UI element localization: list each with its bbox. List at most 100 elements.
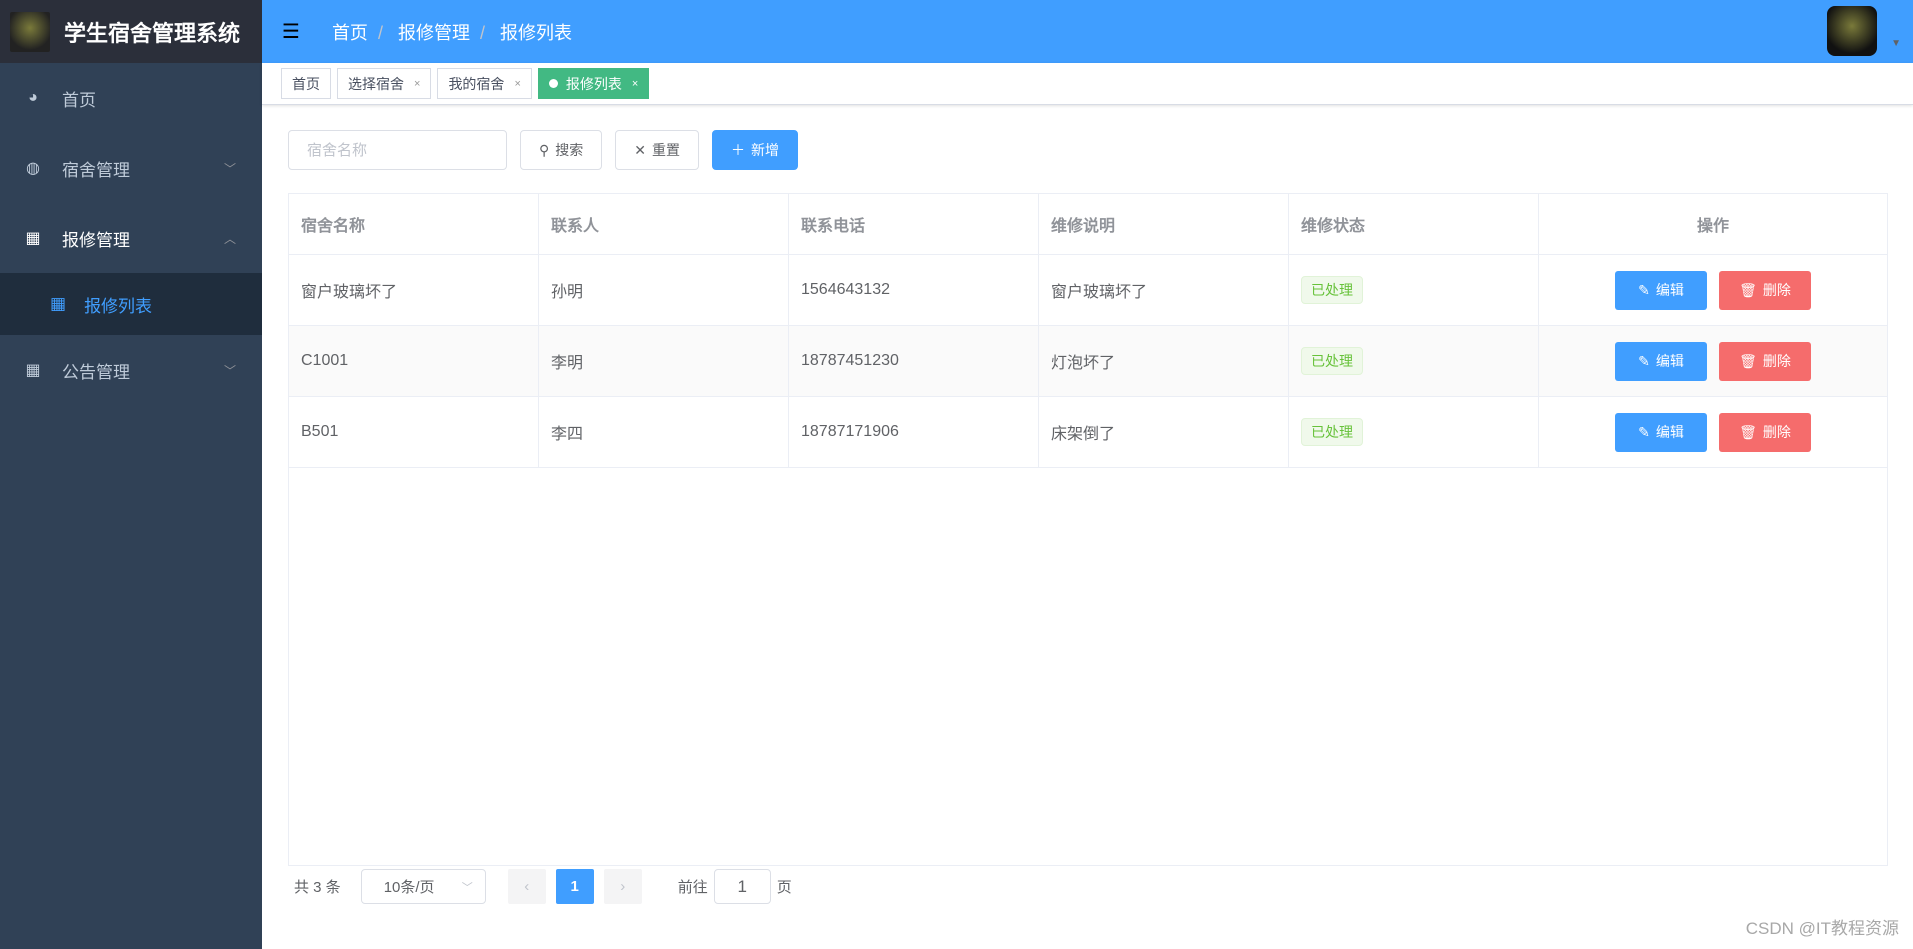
tab-label: 报修列表: [565, 75, 622, 92]
menu-fold-icon[interactable]: ☰: [282, 19, 300, 44]
sidebar-item-repair[interactable]: ▦ 报修管理 ︿: [0, 203, 262, 273]
sidebar: 学生宿舍管理系统 ◕ 首页 ◍ 宿舍管理 ﹀ ▦ 报修管理 ︿ ▦ 报修列表 ▦ 公告管理 ﹀: [0, 0, 262, 949]
trash-icon: 🗑: [1739, 281, 1757, 298]
chevron-up-icon: ︿: [223, 231, 236, 246]
tab-label: 首页: [292, 75, 320, 92]
goto-label: 前往: [677, 879, 708, 896]
watermark: CSDN @IT教程资源: [1745, 919, 1899, 938]
page-number[interactable]: 1: [555, 869, 594, 904]
caret-down-icon[interactable]: ▼: [1891, 38, 1901, 49]
table-cell: 李四: [539, 397, 789, 467]
sidebar-item-repair-list[interactable]: ▦ 报修列表: [0, 273, 262, 335]
repair-table: 宿舍名称 联系人 联系电话 维修说明 维修状态 操作 窗户玻璃坏了 孙明 15646…: [288, 193, 1888, 866]
close-icon[interactable]: ×: [514, 78, 520, 90]
table-cell: 18787171906: [789, 397, 1039, 467]
table-cell: ✎ 编辑 🗑 删除: [1539, 255, 1887, 325]
edit-label: 编辑: [1655, 353, 1684, 369]
chevron-down-icon: ﹀: [223, 161, 236, 176]
table-cell: ✎ 编辑 🗑 删除: [1539, 397, 1887, 467]
search-button[interactable]: ⚲ 搜索: [520, 130, 603, 170]
breadcrumb-item[interactable]: 报修管理: [398, 23, 470, 43]
table-cell: 1564643132: [789, 255, 1039, 325]
delete-label: 删除: [1762, 282, 1791, 298]
search-label: 搜索: [555, 142, 584, 158]
total-count: 共 3 条: [294, 879, 341, 896]
table-cell: 李明: [539, 326, 789, 396]
status-badge: 已处理: [1301, 276, 1363, 304]
sidebar-item-label: 报修列表: [84, 296, 153, 316]
close-icon[interactable]: ×: [632, 78, 638, 90]
edit-label: 编辑: [1655, 424, 1684, 440]
tags-view: 首页 选择宿舍 × 我的宿舍 × 报修列表 ×: [262, 63, 1913, 105]
table-row: B501 李四 18787171906 床架倒了 已处理 ✎ 编辑 🗑 删除: [289, 397, 1887, 468]
table-cell: ✎ 编辑 🗑 删除: [1539, 326, 1887, 396]
goto-page-input[interactable]: [713, 869, 771, 904]
table-cell: 已处理: [1289, 255, 1539, 325]
grid-icon: ▦: [25, 362, 41, 379]
column-header: 宿舍名称: [289, 194, 539, 254]
status-badge: 已处理: [1301, 418, 1363, 446]
table-row: 窗户玻璃坏了 孙明 1564643132 窗户玻璃坏了 已处理 ✎ 编辑 🗑 删除: [289, 255, 1887, 326]
trash-icon: 🗑: [1739, 423, 1757, 440]
tab-my-dorm[interactable]: 我的宿舍 ×: [437, 68, 532, 99]
sidebar-item-home[interactable]: ◕ 首页: [0, 63, 262, 133]
avatar[interactable]: [1827, 6, 1877, 56]
tab-label: 我的宿舍: [448, 75, 505, 92]
table-cell: 孙明: [539, 255, 789, 325]
breadcrumb: 首页 / 报修管理 / 报修列表: [331, 22, 572, 43]
breadcrumb-item: 报修列表: [500, 22, 572, 43]
next-page-button[interactable]: ›: [603, 869, 642, 904]
edit-label: 编辑: [1655, 282, 1684, 298]
add-label: 新增: [751, 142, 779, 158]
delete-label: 删除: [1762, 353, 1791, 369]
table-cell: C1001: [289, 326, 539, 396]
dorm-name-input[interactable]: [288, 130, 507, 170]
column-header: 联系电话: [789, 194, 1039, 254]
sidebar-item-dorm[interactable]: ◍ 宿舍管理 ﹀: [0, 133, 262, 203]
logo: 学生宿舍管理系统: [0, 0, 262, 63]
table-cell: 灯泡坏了: [1039, 326, 1289, 396]
page-size-select[interactable]: 10条/页 ﹀: [360, 869, 486, 904]
reset-button[interactable]: ✕ 重置: [615, 130, 699, 170]
page-size-value: 10条/页: [383, 879, 435, 896]
tab-label: 选择宿舍: [348, 75, 404, 92]
active-dot-icon: [548, 79, 558, 88]
table-cell: 床架倒了: [1039, 397, 1289, 467]
table-row: C1001 李明 18787451230 灯泡坏了 已处理 ✎ 编辑 🗑 删除: [289, 326, 1887, 397]
sidebar-item-label: 报修管理: [62, 230, 130, 250]
close-icon[interactable]: ×: [414, 78, 420, 90]
sidebar-item-notice[interactable]: ▦ 公告管理 ﹀: [0, 335, 262, 405]
edit-icon: ✎: [1638, 281, 1650, 298]
table-icon: ▦: [25, 230, 41, 247]
column-header: 操作: [1696, 218, 1729, 235]
app-title: 学生宿舍管理系统: [64, 20, 241, 46]
tab-home[interactable]: 首页: [281, 68, 331, 99]
table-cell: 已处理: [1289, 397, 1539, 467]
delete-button[interactable]: 🗑 删除: [1719, 270, 1811, 310]
edit-button[interactable]: ✎ 编辑: [1615, 341, 1707, 381]
sidebar-item-label: 宿舍管理: [62, 160, 130, 180]
tab-repair-list[interactable]: 报修列表 ×: [537, 68, 650, 99]
tab-select-dorm[interactable]: 选择宿舍 ×: [337, 68, 432, 99]
sidebar-item-label: 公告管理: [62, 362, 130, 382]
search-icon: ⚲: [539, 141, 550, 158]
close-icon: ✕: [634, 141, 646, 158]
circle-icon: ◍: [26, 160, 40, 177]
search-bar: ⚲ 搜索 ✕ 重置 ＋ 新增: [288, 130, 798, 170]
edit-icon: ✎: [1638, 352, 1650, 369]
edit-button[interactable]: ✎ 编辑: [1615, 270, 1707, 310]
pagination: 共 3 条 10条/页 ﹀ ‹ 1 › 前往 页: [294, 869, 792, 904]
delete-button[interactable]: 🗑 删除: [1719, 341, 1811, 381]
edit-button[interactable]: ✎ 编辑: [1615, 412, 1707, 452]
add-button[interactable]: ＋ 新增: [712, 130, 798, 170]
table-cell: B501: [289, 397, 539, 467]
delete-button[interactable]: 🗑 删除: [1719, 412, 1811, 452]
page-unit-label: 页: [776, 879, 792, 896]
edit-icon: ✎: [1638, 423, 1650, 440]
table-cell: 窗户玻璃坏了: [289, 255, 539, 325]
breadcrumb-item[interactable]: 首页: [332, 23, 368, 43]
chevron-down-icon: ﹀: [461, 881, 473, 894]
table-cell: 18787451230: [789, 326, 1039, 396]
table-cell: 已处理: [1289, 326, 1539, 396]
prev-page-button[interactable]: ‹: [507, 869, 546, 904]
